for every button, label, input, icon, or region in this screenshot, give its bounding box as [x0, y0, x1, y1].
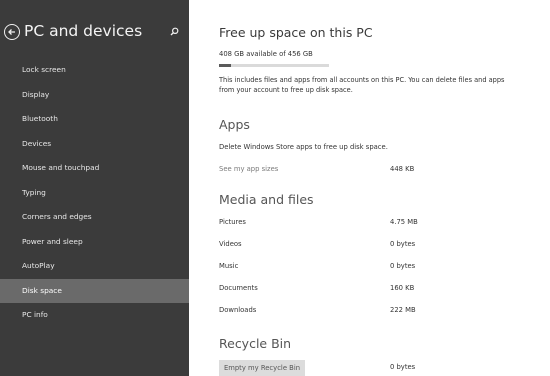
empty-recycle-bin-button[interactable]: Empty my Recycle Bin [219, 360, 305, 376]
sidebar-item-typing[interactable]: Typing [0, 181, 189, 206]
media-row-music: Music 0 bytes [219, 262, 459, 272]
media-label: Music [219, 262, 239, 270]
media-label: Downloads [219, 306, 257, 314]
sidebar-title: PC and devices [24, 22, 143, 40]
sidebar-list: Lock screen Display Bluetooth Devices Mo… [0, 58, 189, 328]
media-value: 160 KB [390, 284, 415, 292]
back-button[interactable] [4, 24, 20, 40]
apps-row: See my app sizes 448 KB [219, 165, 459, 175]
sidebar-item-disk-space[interactable]: Disk space [0, 278, 189, 303]
page-title: Free up space on this PC [219, 25, 373, 40]
sidebar: PC and devices Lock screen Display Bluet… [0, 0, 189, 376]
main-panel: Free up space on this PC 408 GB availabl… [219, 0, 539, 376]
media-row-videos: Videos 0 bytes [219, 240, 459, 250]
media-row-downloads: Downloads 222 MB [219, 306, 459, 316]
sidebar-item-devices[interactable]: Devices [0, 132, 189, 157]
media-label: Pictures [219, 218, 246, 226]
sidebar-item-pc-info[interactable]: PC info [0, 303, 189, 328]
media-label: Documents [219, 284, 258, 292]
sidebar-header: PC and devices [4, 22, 184, 44]
sidebar-item-bluetooth[interactable]: Bluetooth [0, 107, 189, 132]
media-value: 0 bytes [390, 262, 416, 270]
sidebar-item-mouse-and-touchpad[interactable]: Mouse and touchpad [0, 156, 189, 181]
storage-progress-bar [219, 64, 329, 67]
media-value: 0 bytes [390, 240, 416, 248]
sidebar-item-corners-and-edges[interactable]: Corners and edges [0, 205, 189, 230]
sidebar-item-display[interactable]: Display [0, 83, 189, 108]
sidebar-item-lock-screen[interactable]: Lock screen [0, 58, 189, 83]
media-row-pictures: Pictures 4.75 MB [219, 218, 459, 228]
back-arrow-icon [8, 29, 15, 35]
apps-heading: Apps [219, 117, 250, 132]
storage-label: 408 GB available of 456 GB [219, 50, 313, 58]
recycle-bin-size: 0 bytes [390, 363, 416, 371]
search-icon[interactable] [170, 27, 179, 36]
see-app-sizes-link[interactable]: See my app sizes [219, 165, 278, 173]
sidebar-item-autoplay[interactable]: AutoPlay [0, 254, 189, 279]
recycle-bin-heading: Recycle Bin [219, 336, 292, 351]
apps-size: 448 KB [390, 165, 415, 173]
media-label: Videos [219, 240, 242, 248]
storage-description: This includes files and apps from all ac… [219, 76, 505, 94]
media-row-documents: Documents 160 KB [219, 284, 459, 294]
storage-progress-fill [219, 64, 231, 67]
media-value: 222 MB [390, 306, 416, 314]
media-heading: Media and files [219, 192, 314, 207]
sidebar-item-power-and-sleep[interactable]: Power and sleep [0, 230, 189, 255]
apps-text: Delete Windows Store apps to free up dis… [219, 143, 388, 151]
media-value: 4.75 MB [390, 218, 418, 226]
